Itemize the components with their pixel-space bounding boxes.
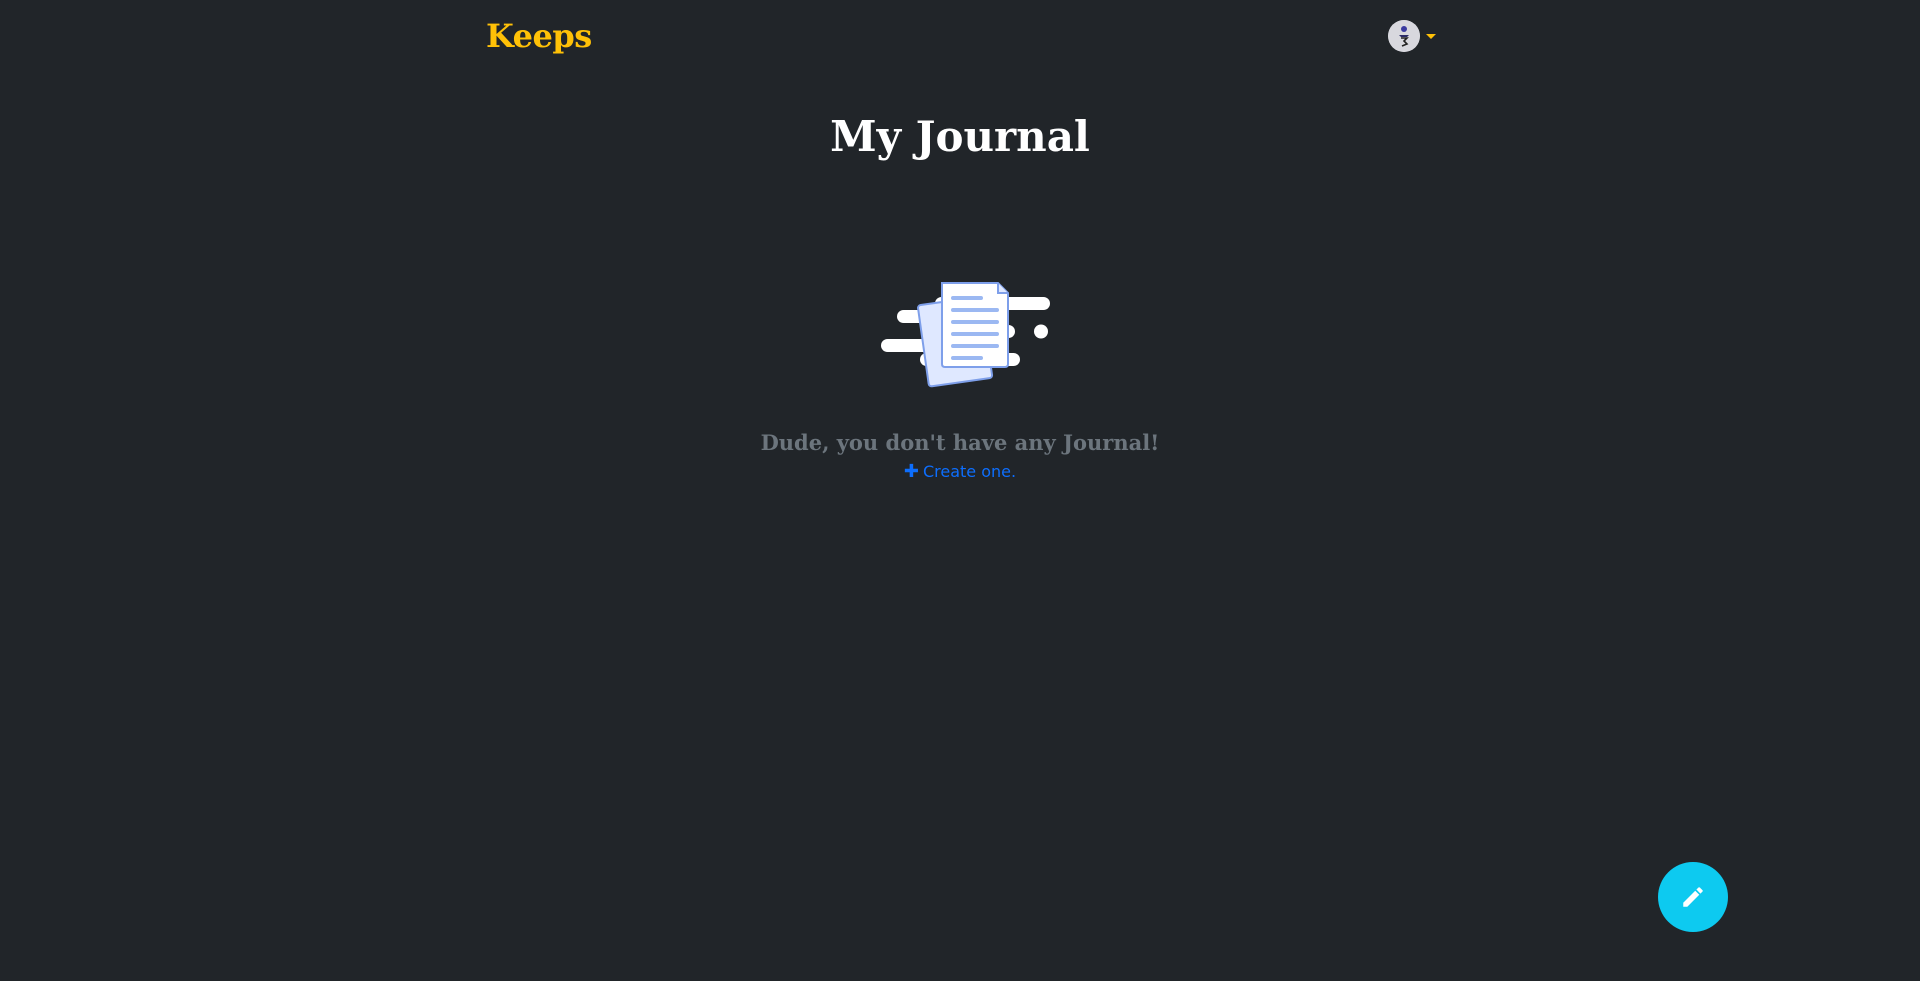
create-journal-link[interactable]: ✚ Create one. — [904, 462, 1016, 481]
page-title: My Journal — [830, 112, 1090, 161]
create-journal-container: ✚ Create one. — [0, 462, 1920, 482]
create-journal-label: Create one. — [922, 462, 1017, 481]
avatar[interactable] — [1388, 20, 1420, 52]
empty-state-message: Dude, you don't have any Journal! — [760, 430, 1160, 455]
brand-logo[interactable]: Keeps — [486, 17, 592, 55]
caret-down-icon[interactable] — [1426, 33, 1436, 39]
user-menu-toggle[interactable] — [1388, 20, 1436, 52]
user-avatar-icon — [1388, 20, 1420, 52]
new-journal-fab-button[interactable] — [1658, 862, 1728, 932]
plus-icon: ✚ — [903, 460, 919, 482]
pencil-icon — [1683, 887, 1703, 907]
page: Keeps My Journal Dude, you don't have an… — [0, 0, 1920, 981]
empty-documents-illustration — [875, 272, 1055, 392]
navbar: Keeps — [486, 0, 1436, 72]
